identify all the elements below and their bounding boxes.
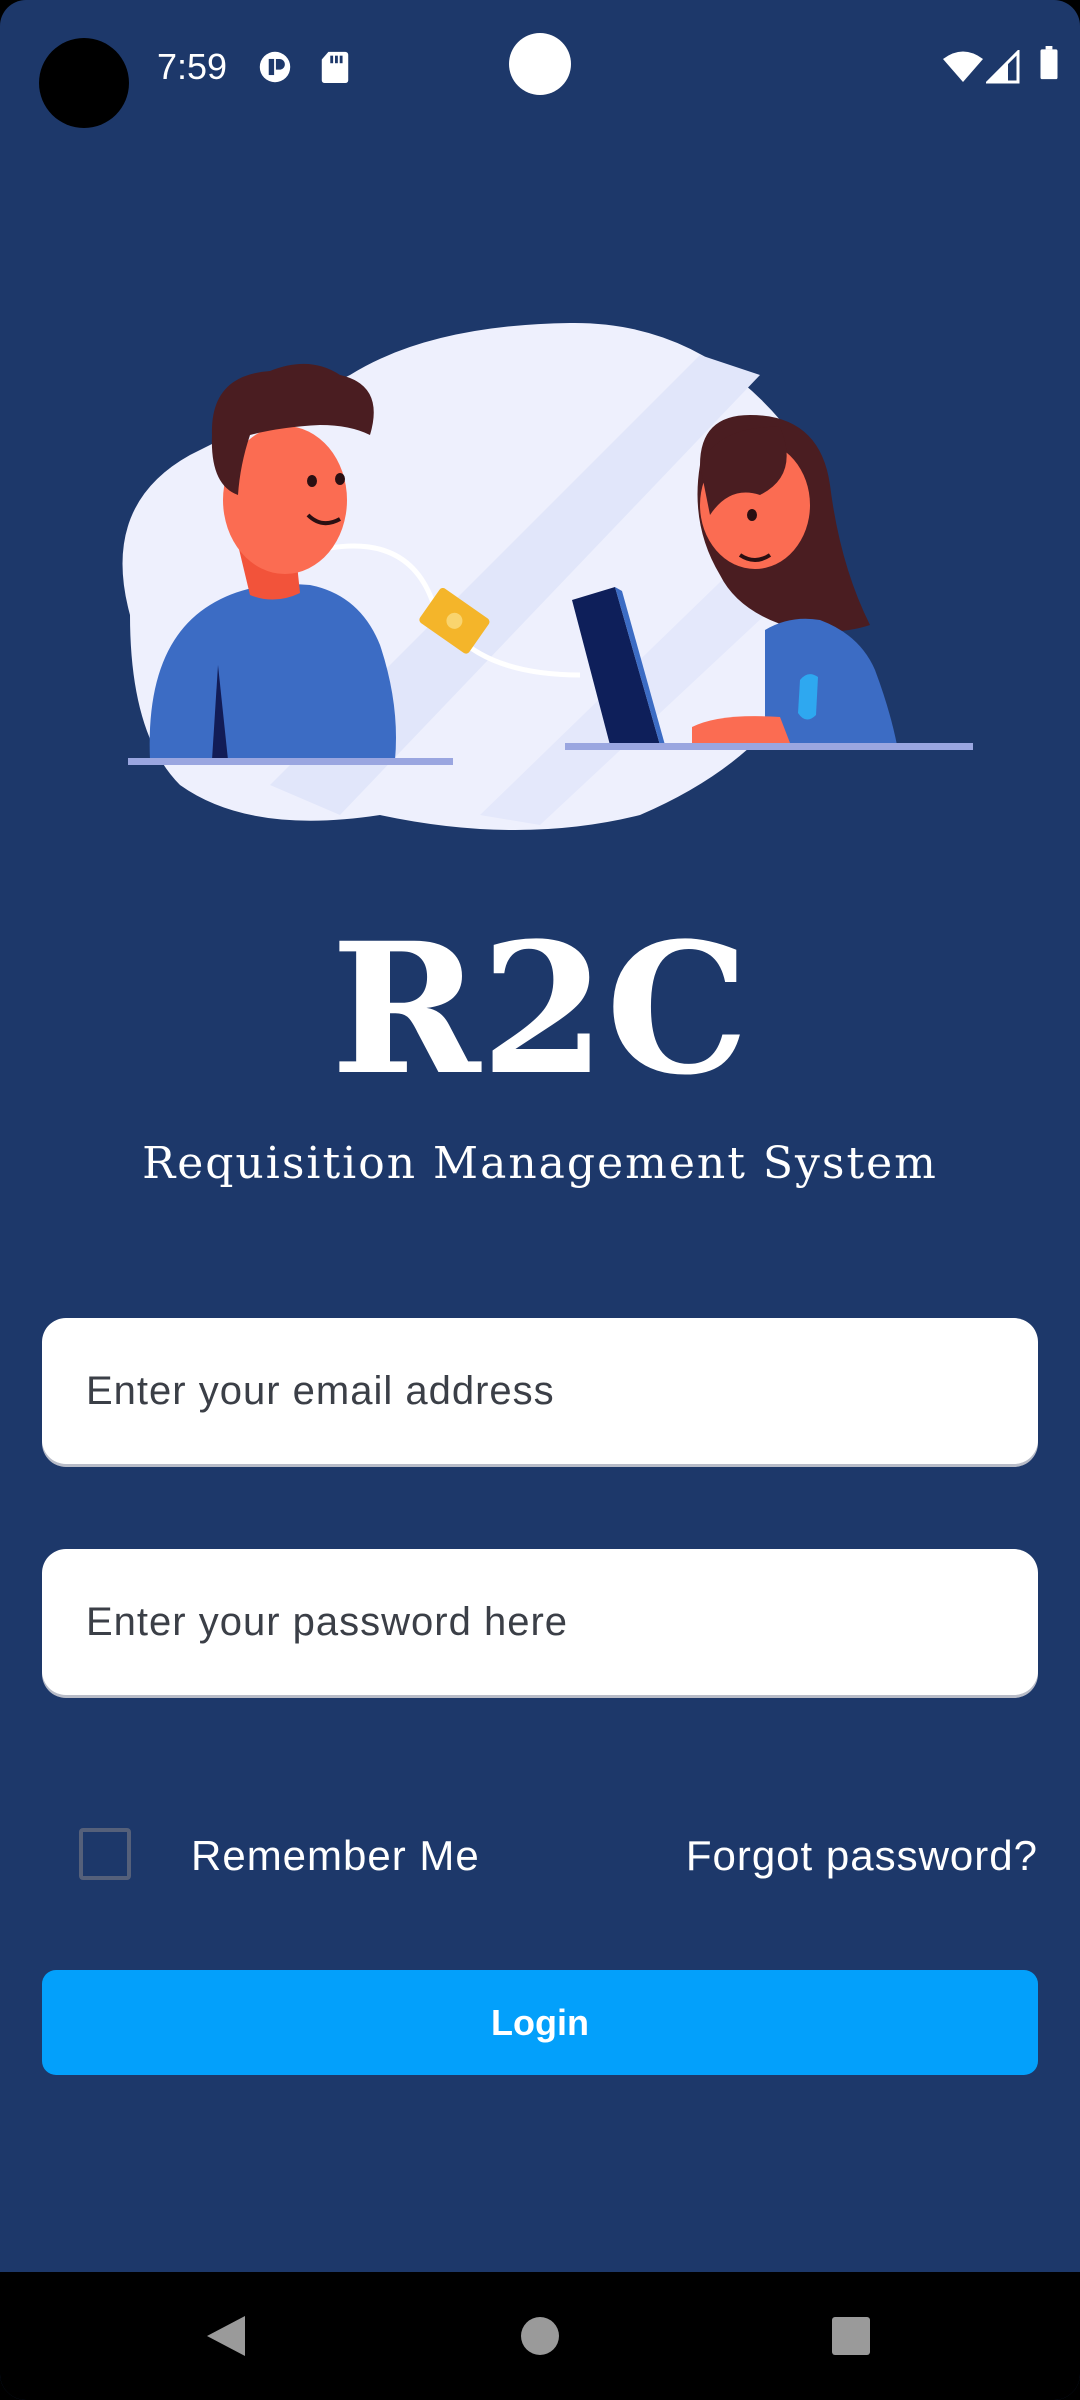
cellular-signal-icon bbox=[986, 50, 1020, 84]
remember-me-label[interactable]: Remember Me bbox=[191, 1832, 480, 1880]
battery-icon bbox=[1040, 46, 1058, 80]
back-icon bbox=[207, 2316, 245, 2356]
sd-card-icon bbox=[321, 51, 349, 84]
remember-me-checkbox[interactable] bbox=[79, 1828, 131, 1880]
status-bar: 7:59 bbox=[0, 0, 1080, 140]
status-time: 7:59 bbox=[157, 46, 228, 87]
login-button[interactable]: Login bbox=[42, 1970, 1038, 2075]
home-button[interactable] bbox=[460, 2272, 620, 2400]
forgot-password-link[interactable]: Forgot password? bbox=[686, 1832, 1038, 1880]
support-illustration bbox=[122, 322, 973, 830]
app-subtitle: Requisition Management System bbox=[142, 1138, 938, 1189]
wifi-icon bbox=[943, 51, 983, 82]
recents-button[interactable] bbox=[771, 2272, 931, 2400]
app-title: R2C bbox=[330, 904, 750, 1115]
front-camera bbox=[509, 33, 571, 95]
camera-cutout bbox=[39, 38, 129, 128]
password-field[interactable] bbox=[42, 1549, 1038, 1695]
home-icon bbox=[521, 2317, 559, 2355]
email-input[interactable] bbox=[42, 1318, 1038, 1464]
navigation-bar bbox=[0, 2272, 1080, 2400]
notification-icon bbox=[259, 51, 291, 83]
back-button[interactable] bbox=[146, 2272, 306, 2400]
login-screen: 7:59 R2C Requisition Management System E… bbox=[0, 0, 1080, 2400]
email-field[interactable] bbox=[42, 1318, 1038, 1464]
recents-icon bbox=[832, 2317, 870, 2355]
password-input[interactable] bbox=[42, 1549, 1038, 1695]
